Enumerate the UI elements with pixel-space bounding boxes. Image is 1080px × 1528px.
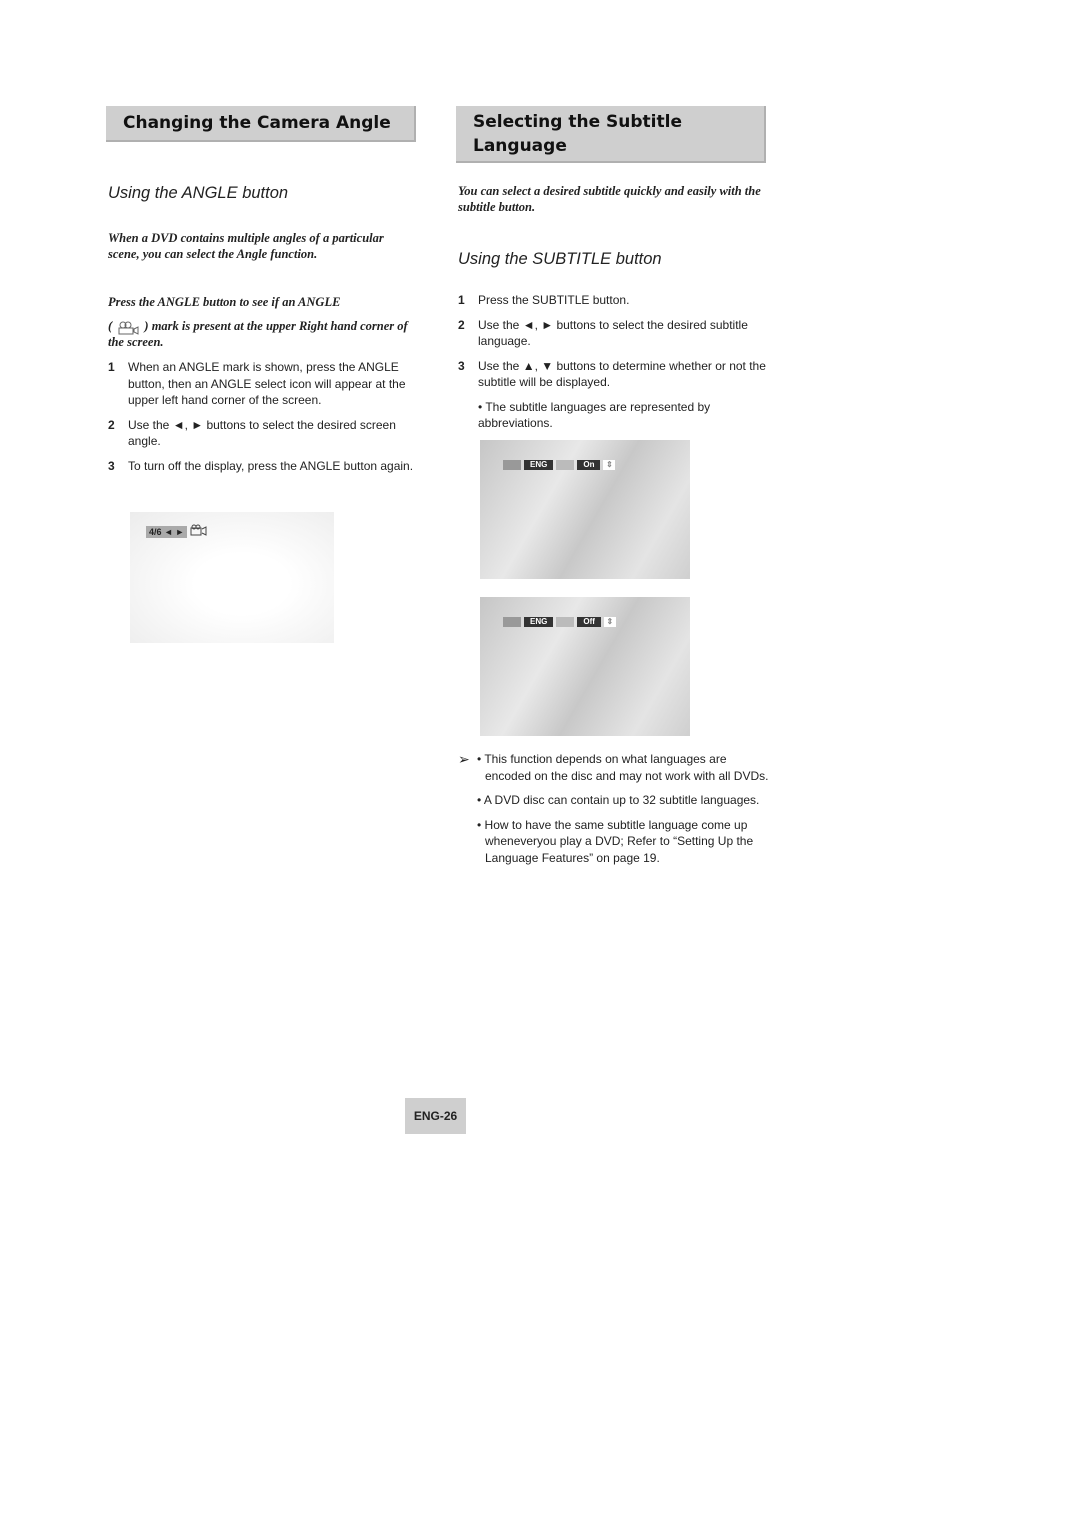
angle-subheading: Using the ANGLE button (108, 184, 289, 202)
angle-screen-illustration: 4/6 ◄ ► (130, 512, 334, 643)
step-number: 1 (108, 360, 115, 374)
step-number: 2 (108, 417, 115, 432)
note-item: • This function depends on what language… (477, 752, 769, 783)
step-number: 1 (458, 293, 465, 307)
updown-icon: ⇕ (603, 460, 616, 470)
note-arrow-icon: ➢ (458, 751, 470, 767)
angle-press-mark-line: ( ) mark is present at the upper Right h… (108, 318, 418, 350)
step-item: 2 Use the ◄, ► buttons to select the desi… (458, 317, 766, 350)
angle-steps: 1 When an ANGLE mark is shown, press the … (108, 359, 416, 474)
step-text: Press the SUBTITLE button. (478, 293, 630, 307)
audio-icon (556, 460, 575, 470)
subtitle-subheading: Using the SUBTITLE button (458, 250, 662, 268)
step-text: To turn off the display, press the ANGLE… (128, 458, 414, 473)
manual-page: Changing the Camera Angle Using the ANGL… (0, 0, 1080, 1528)
state-label: On (577, 460, 601, 470)
press-mark-text: ) mark is present at the upper Right han… (108, 319, 408, 349)
step-text: Use the ◄, ► buttons to select the desir… (478, 317, 748, 349)
subtitle-steps: 1 Press the SUBTITLE button. 2 Use the ◄, … (458, 292, 766, 432)
note-item: • How to have the same subtitle language… (477, 817, 754, 865)
step-number: 3 (108, 458, 115, 473)
angle-intro: When a DVD contains multiple angles of a… (108, 231, 384, 261)
subtitle-on-screen: ENG On ⇕ (480, 440, 690, 579)
angle-press-line: Press the ANGLE button to see if an ANGL… (108, 295, 341, 309)
subtitle-icon (503, 617, 521, 627)
step-number: 2 (458, 317, 465, 332)
step-item: 3 Use the ▲, ▼ buttons to determine wheth… (458, 358, 766, 391)
step-item: 1 When an ANGLE mark is shown, press the … (108, 359, 416, 409)
page-number: ENG-26 (405, 1098, 466, 1134)
camera-angle-icon (115, 321, 141, 335)
subtitle-intro: You can select a desired subtitle quickl… (458, 184, 761, 214)
step-text: When an ANGLE mark is shown, press the A… (128, 360, 406, 407)
angle-osd: 4/6 ◄ ► (146, 526, 188, 538)
section-title-subtitle-language: Selecting the Subtitle Language (456, 106, 766, 163)
bullet-note: • The subtitle languages are represented… (478, 399, 711, 431)
audio-icon (556, 617, 575, 627)
step-number: 3 (458, 358, 465, 373)
language-label: ENG (524, 617, 554, 627)
subtitle-icon (503, 460, 521, 470)
step-item: 3 To turn off the display, press the ANGL… (108, 458, 416, 475)
camera-angle-icon (190, 523, 208, 541)
language-label: ENG (524, 460, 554, 470)
step-text: Use the ▲, ▼ buttons to determine whethe… (478, 358, 766, 390)
updown-icon: ⇕ (603, 617, 616, 627)
step-item: 2 Use the ◄, ► buttons to select the desi… (108, 417, 416, 450)
step-text: Use the ◄, ► buttons to select the desir… (128, 417, 396, 449)
section-title-camera-angle: Changing the Camera Angle (106, 106, 416, 142)
paren: ( (108, 319, 113, 333)
state-label: Off (577, 617, 601, 627)
note-item: • A DVD disc can contain up to 32 subtit… (477, 793, 760, 807)
notes: • This function depends on what language… (477, 751, 769, 866)
subtitle-off-screen: ENG Off ⇕ (480, 597, 690, 736)
step-item: 1 Press the SUBTITLE button. (458, 292, 766, 309)
